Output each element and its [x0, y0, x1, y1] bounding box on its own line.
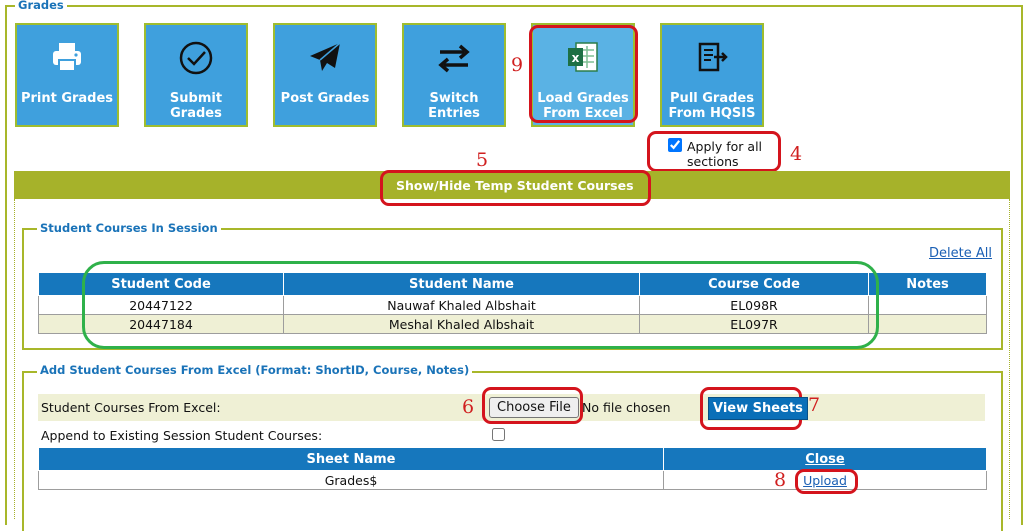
close-sheets-link[interactable]: Close [805, 452, 844, 467]
apply-all-label-2: sections [687, 154, 739, 169]
annotation-number-9: 9 [511, 54, 524, 76]
annotation-box-table [82, 261, 879, 349]
pull-grades-label-1: Pull Grades [670, 91, 754, 106]
annotation-number-5: 5 [476, 149, 489, 171]
switch-entries-label: Switch Entries [428, 91, 480, 121]
check-circle-icon [146, 40, 246, 76]
print-grades-label: Print Grades [20, 91, 114, 106]
printer-icon [17, 40, 117, 76]
paper-plane-icon [275, 40, 375, 76]
cell-notes [868, 314, 987, 334]
excel-upload-legend: Add Student Courses From Excel (Format: … [37, 363, 473, 377]
annotation-number-7: 7 [808, 394, 821, 416]
print-grades-button[interactable]: Print Grades [15, 23, 119, 127]
append-label: Append to Existing Session Student Cours… [41, 428, 323, 443]
cell-notes [868, 295, 987, 315]
table-header-row: Sheet Name Close [38, 447, 987, 471]
cell-sheet-name: Grades$ [38, 470, 664, 490]
col-sheet-name: Sheet Name [38, 447, 664, 471]
annotation-box-upload [795, 469, 858, 494]
apply-all-sections-checkbox[interactable] [668, 138, 682, 152]
export-doc-icon [662, 40, 762, 76]
no-file-chosen-text: No file chosen [582, 400, 671, 415]
submit-grades-label: Submit Grades [169, 91, 223, 121]
annotation-box-load-grades [529, 25, 638, 123]
append-existing-checkbox[interactable] [492, 428, 505, 441]
show-hide-temp-courses-link[interactable]: Show/Hide Temp Student Courses [396, 178, 634, 193]
grades-legend: Grades [15, 0, 67, 12]
pull-grades-label-2: From HQSIS [668, 106, 756, 121]
post-grades-label: Post Grades [280, 91, 370, 106]
switch-entries-button[interactable]: Switch Entries [402, 23, 506, 127]
post-grades-button[interactable]: Post Grades [273, 23, 377, 127]
annotation-number-6: 6 [462, 396, 475, 418]
swap-arrows-icon [404, 40, 504, 76]
file-label: Student Courses From Excel: [41, 400, 221, 415]
view-sheets-button[interactable]: View Sheets [708, 397, 808, 420]
annotation-number-4: 4 [790, 143, 803, 165]
delete-all-link[interactable]: Delete All [929, 246, 992, 261]
annotation-number-8: 8 [774, 469, 787, 491]
apply-all-label-1: Apply for all [687, 139, 763, 154]
col-notes: Notes [868, 272, 987, 296]
session-courses-legend: Student Courses In Session [37, 221, 221, 235]
pull-grades-hqsis-button[interactable]: Pull Grades From HQSIS [660, 23, 764, 127]
submit-grades-button[interactable]: Submit Grades [144, 23, 248, 127]
choose-file-button[interactable]: Choose File [489, 397, 579, 418]
